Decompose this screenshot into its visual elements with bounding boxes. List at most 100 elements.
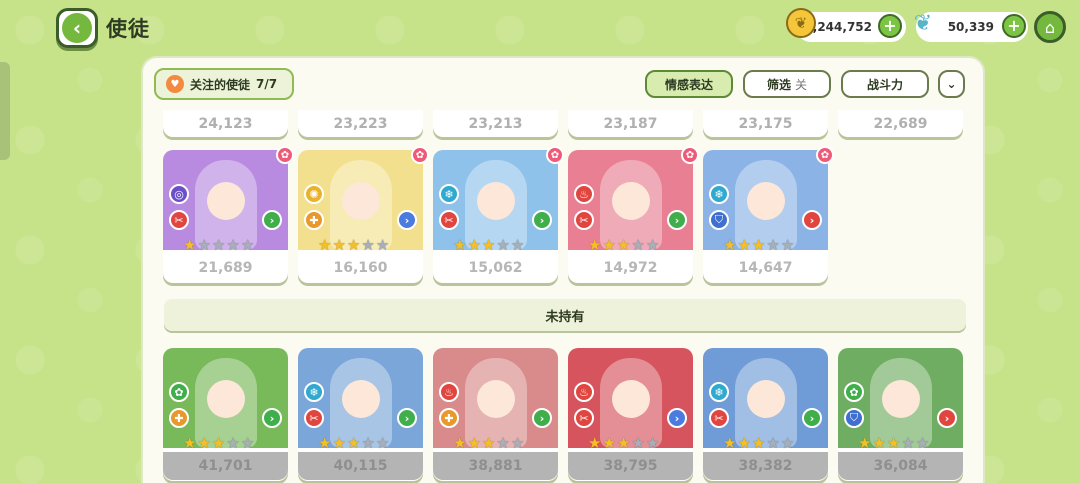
seed-amount: 50,339 (947, 20, 994, 34)
apostle-power: 15,062 (468, 260, 523, 276)
star-filled-icon: ★ (723, 434, 737, 452)
apostle-power: 14,972 (603, 260, 658, 276)
star-rating: ★ ★ ★ ★ ★ (723, 434, 794, 452)
position-chevron-icon: › (802, 408, 822, 428)
apostle-face (207, 182, 245, 220)
apostle-card[interactable]: ♨ ✂ › ★ ★ ★ ★ ★ 38,795 (568, 348, 693, 481)
back-button[interactable]: ‹ (56, 8, 98, 48)
apostle-power: 38,795 (568, 452, 693, 480)
star-empty-icon: ★ (780, 434, 795, 452)
apostle-card[interactable]: ◎ ✂ › ★ ★ ★ ★ ★ 21,689 ✿ (163, 146, 294, 283)
star-filled-icon: ★ (737, 434, 751, 452)
star-filled-icon: ★ (211, 434, 226, 452)
apostle-face (882, 380, 920, 418)
apostle-face (747, 182, 785, 220)
collapse-button[interactable]: ⌄ (938, 70, 965, 98)
star-rating: ★ ★ ★ ★ ★ (588, 236, 659, 254)
star-filled-icon: ★ (616, 236, 631, 254)
star-filled-icon: ★ (588, 434, 602, 452)
star-filled-icon: ★ (751, 236, 766, 254)
star-filled-icon: ★ (453, 434, 467, 452)
apostle-card[interactable]: ❄ ⛉ › ★ ★ ★ ★ ★ 14,647 ✿ (703, 146, 834, 283)
apostle-card-partial[interactable]: 23,223 (298, 110, 423, 137)
star-empty-icon: ★ (766, 236, 780, 254)
apostle-card-partial[interactable]: 23,213 (433, 110, 558, 137)
apostle-card[interactable]: ♨ ✂ › ★ ★ ★ ★ ★ 14,972 ✿ (568, 146, 699, 283)
filter-button[interactable]: 筛选 关 (743, 70, 831, 98)
star-empty-icon: ★ (496, 434, 510, 452)
star-empty-icon: ★ (211, 236, 226, 254)
position-chevron-icon: › (262, 210, 282, 230)
star-filled-icon: ★ (751, 434, 766, 452)
apostle-face (342, 380, 380, 418)
apostle-card-partial[interactable]: 22,689 (838, 110, 963, 137)
position-chevron-icon: › (667, 408, 687, 428)
apostle-card-partial[interactable]: 23,175 (703, 110, 828, 137)
star-empty-icon: ★ (645, 236, 660, 254)
apostle-card[interactable]: ❄ ✂ › ★ ★ ★ ★ ★ 40,115 (298, 348, 423, 481)
apostle-card[interactable]: ❄ ✂ › ★ ★ ★ ★ ★ 15,062 ✿ (433, 146, 564, 283)
emotion-button[interactable]: 情感表达 (645, 70, 733, 98)
star-empty-icon: ★ (780, 236, 795, 254)
favorites-label: 关注的使徒 (190, 77, 251, 92)
class-icon: ✚ (439, 408, 459, 428)
power-label: 战斗力 (866, 77, 903, 92)
star-filled-icon: ★ (616, 434, 631, 452)
element-icon: ♨ (574, 382, 594, 402)
star-empty-icon: ★ (226, 434, 240, 452)
star-empty-icon: ★ (361, 434, 375, 452)
favorites-tab[interactable]: ♥ 关注的使徒 7/7 (154, 68, 294, 100)
star-filled-icon: ★ (453, 236, 467, 254)
star-empty-icon: ★ (631, 434, 645, 452)
apostle-card[interactable]: ✺ ✚ › ★ ★ ★ ★ ★ 16,160 ✿ (298, 146, 429, 283)
heart-icon: ♥ (166, 75, 184, 93)
apostle-card[interactable]: ✿ ✚ › ★ ★ ★ ★ ★ 41,701 (163, 348, 288, 481)
star-filled-icon: ★ (183, 434, 197, 452)
class-icon: ✂ (439, 210, 459, 230)
apostle-card-partial[interactable]: 23,187 (568, 110, 693, 137)
star-filled-icon: ★ (318, 236, 332, 254)
star-filled-icon: ★ (467, 236, 481, 254)
class-icon: ✂ (574, 210, 594, 230)
star-filled-icon: ★ (183, 236, 197, 254)
element-icon: ✺ (304, 184, 324, 204)
add-seeds-button[interactable]: + (1002, 14, 1026, 38)
star-empty-icon: ★ (915, 434, 930, 452)
star-filled-icon: ★ (332, 434, 346, 452)
side-drawer-handle[interactable] (0, 62, 10, 160)
home-button[interactable]: ⌂ (1034, 11, 1066, 43)
star-empty-icon: ★ (240, 236, 255, 254)
element-icon: ♨ (439, 382, 459, 402)
apostle-card-partial[interactable]: 24,123 (163, 110, 288, 137)
position-chevron-icon: › (532, 210, 552, 230)
coin-icon: ❦ (786, 8, 816, 38)
add-coins-button[interactable]: + (878, 14, 902, 38)
apostle-power: 40,115 (298, 452, 423, 480)
apostle-power: 23,213 (468, 115, 523, 132)
position-chevron-icon: › (667, 210, 687, 230)
star-filled-icon: ★ (467, 434, 481, 452)
apostle-face (477, 182, 515, 220)
star-rating: ★ ★ ★ ★ ★ (183, 236, 254, 254)
apostle-power: 23,187 (603, 115, 658, 132)
position-chevron-icon: › (397, 408, 417, 428)
favorite-flower-icon: ✿ (546, 146, 564, 164)
star-filled-icon: ★ (602, 236, 616, 254)
star-filled-icon: ★ (197, 434, 211, 452)
star-filled-icon: ★ (332, 236, 346, 254)
apostle-card[interactable]: ♨ ✚ › ★ ★ ★ ★ ★ 38,881 (433, 348, 558, 481)
star-empty-icon: ★ (766, 434, 780, 452)
position-chevron-icon: › (937, 408, 957, 428)
position-chevron-icon: › (397, 210, 417, 230)
position-chevron-icon: › (802, 210, 822, 230)
apostle-card[interactable]: ✿ ⛉ › ★ ★ ★ ★ ★ 36,084 (838, 348, 963, 481)
sort-power-button[interactable]: 战斗力 (841, 70, 929, 98)
apostle-power: 36,084 (838, 452, 963, 480)
star-filled-icon: ★ (602, 434, 616, 452)
apostle-face (747, 380, 785, 418)
apostle-power: 22,689 (873, 115, 928, 132)
apostle-power: 16,160 (333, 260, 388, 276)
star-rating: ★ ★ ★ ★ ★ (588, 434, 659, 452)
element-icon: ❄ (304, 382, 324, 402)
apostle-card[interactable]: ❄ ✂ › ★ ★ ★ ★ ★ 38,382 (703, 348, 828, 481)
